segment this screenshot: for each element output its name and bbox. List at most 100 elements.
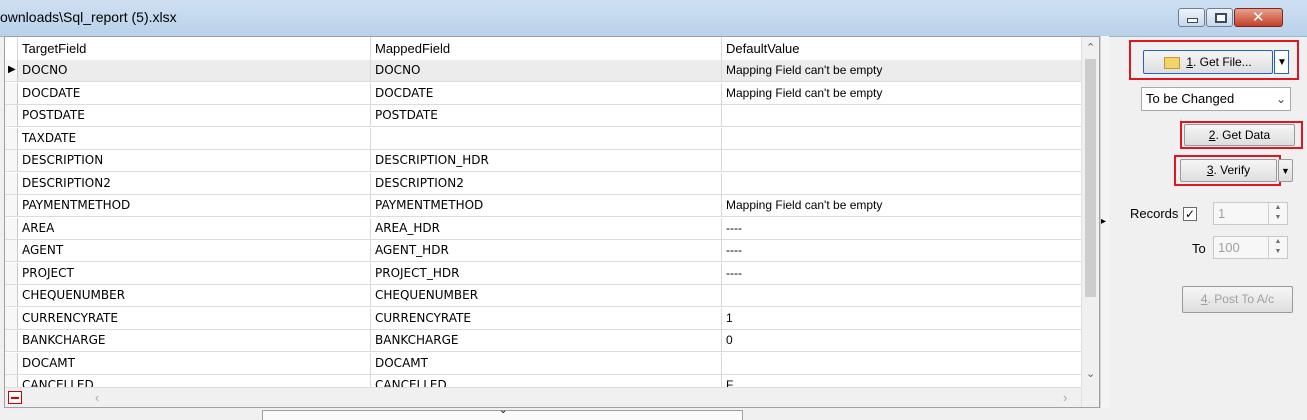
horizontal-scrollbar[interactable]: ‹ › [5,387,1081,407]
mapped-field-cell[interactable]: DESCRIPTION2 [371,172,722,194]
scroll-left-icon[interactable]: ‹ [95,390,99,405]
mapped-field-cell[interactable]: PAYMENTMETHOD [371,195,722,216]
get-file-dropdown[interactable]: ▼ [1274,50,1289,74]
row-header[interactable] [5,82,18,104]
minimize-button[interactable] [1178,8,1205,27]
target-field-cell[interactable]: PAYMENTMETHOD [18,195,371,216]
column-header-mappedfield[interactable]: MappedField [371,37,722,60]
row-header[interactable] [5,172,18,194]
row-header[interactable] [5,195,18,216]
table-row[interactable]: TAXDATE [5,127,1081,150]
target-field-cell[interactable]: AGENT [18,240,371,261]
target-field-cell[interactable]: BANKCHARGE [18,330,371,351]
column-header-targetfield[interactable]: TargetField [18,37,371,60]
records-checkbox[interactable]: ✓ [1183,207,1197,221]
row-header[interactable] [5,217,18,239]
table-row[interactable]: AREA AREA_HDR ---- [5,217,1081,240]
table-row[interactable]: DESCRIPTION DESCRIPTION_HDR [5,150,1081,172]
table-row[interactable]: DOCDATE DOCDATE Mapping Field can't be emp… [5,82,1081,105]
scroll-up-icon[interactable]: ⌃ [1086,41,1095,54]
scroll-right-icon[interactable]: › [1063,390,1067,405]
default-value-cell[interactable] [722,285,1081,306]
row-header[interactable] [5,285,18,306]
target-field-cell[interactable]: PROJECT [18,262,371,284]
verify-dropdown[interactable]: ▼ [1278,159,1293,182]
default-value-cell[interactable]: ---- [722,218,1081,239]
table-row[interactable]: BANKCHARGE BANKCHARGE 0 [5,330,1081,352]
default-value-cell[interactable] [722,150,1081,171]
target-field-cell[interactable]: DOCNO [18,60,371,81]
row-header[interactable] [5,352,18,374]
table-row[interactable]: CURRENCYRATE CURRENCYRATE 1 [5,307,1081,330]
verify-button[interactable]: 3. Verify [1180,159,1277,182]
row-header[interactable] [5,127,18,149]
mapped-field-cell[interactable]: AREA_HDR [371,217,722,239]
default-value-cell[interactable]: 0 [722,330,1081,351]
target-field-cell[interactable]: POSTDATE [18,105,371,126]
row-header[interactable] [5,262,18,284]
target-field-cell[interactable]: DOCAMT [18,352,371,374]
default-value-cell[interactable]: ---- [722,240,1081,261]
default-value-cell[interactable] [722,128,1081,149]
get-file-button[interactable]: 1. Get File... [1143,50,1273,74]
bottom-collapse-handle[interactable]: ⌄ [262,405,743,420]
records-to-spinner[interactable]: 100 ▲ ▼ [1213,236,1288,259]
mapped-field-cell[interactable]: DOCDATE [371,82,722,104]
row-header[interactable] [5,150,18,171]
delete-row-button[interactable] [8,391,22,404]
mapped-field-cell[interactable]: BANKCHARGE [371,330,722,351]
row-header[interactable] [5,105,18,126]
target-field-cell[interactable]: CHEQUENUMBER [18,285,371,306]
target-field-cell[interactable]: DOCDATE [18,82,371,104]
mapping-grid[interactable]: TargetField MappedField DefaultValue ▶ DO… [4,36,1100,408]
default-value-cell[interactable]: ---- [722,263,1081,284]
row-header[interactable] [5,240,18,261]
target-field-cell[interactable]: DESCRIPTION2 [18,172,371,194]
column-header-defaultvalue[interactable]: DefaultValue [722,37,1081,60]
default-value-cell[interactable] [722,173,1081,194]
spin-arrows-icon[interactable]: ▲ ▼ [1268,203,1287,224]
default-value-cell[interactable] [722,353,1081,374]
collapse-arrow-icon[interactable]: ▸ [1101,216,1106,227]
table-row[interactable]: DOCAMT DOCAMT [5,352,1081,375]
mapped-field-cell[interactable]: DESCRIPTION_HDR [371,150,722,171]
row-header[interactable]: ▶ [5,60,18,81]
table-row[interactable]: AGENT AGENT_HDR ---- [5,240,1081,262]
spin-arrows-icon[interactable]: ▲ ▼ [1268,237,1287,258]
row-header[interactable] [5,307,18,329]
vertical-scrollbar[interactable]: ⌃ ⌄ [1081,37,1099,407]
mapped-field-cell[interactable]: AGENT_HDR [371,240,722,261]
default-value-cell[interactable]: 1 [722,308,1081,329]
default-value-cell[interactable]: Mapping Field can't be empty [722,195,1081,216]
table-row[interactable]: ▶ DOCNO DOCNO Mapping Field can't be empty [5,60,1081,82]
mapped-field-cell[interactable] [371,127,722,149]
maximize-button[interactable] [1206,8,1233,27]
mapped-field-cell[interactable]: PROJECT_HDR [371,262,722,284]
records-from-spinner[interactable]: 1 ▲ ▼ [1213,202,1288,225]
target-field-cell[interactable]: TAXDATE [18,127,371,149]
post-to-account-button[interactable]: 4. Post To A/c [1182,286,1293,313]
mapped-field-cell[interactable]: DOCNO [371,60,722,81]
panel-splitter[interactable]: ▸ [1100,36,1109,408]
default-value-cell[interactable] [722,105,1081,126]
target-field-cell[interactable]: DESCRIPTION [18,150,371,171]
chevron-down-icon[interactable]: ⌄ [499,405,507,416]
scroll-down-icon[interactable]: ⌄ [1086,367,1095,380]
row-header[interactable] [5,330,18,351]
mapped-field-cell[interactable]: CURRENCYRATE [371,307,722,329]
mode-select[interactable]: To be Changed ⌄ [1141,87,1291,111]
mapped-field-cell[interactable]: CHEQUENUMBER [371,285,722,306]
default-value-cell[interactable]: Mapping Field can't be empty [722,60,1081,81]
mapped-field-cell[interactable]: DOCAMT [371,352,722,374]
target-field-cell[interactable]: AREA [18,217,371,239]
table-row[interactable]: DESCRIPTION2 DESCRIPTION2 [5,172,1081,195]
table-row[interactable]: PROJECT PROJECT_HDR ---- [5,262,1081,285]
vertical-scroll-thumb[interactable] [1085,59,1096,297]
table-row[interactable]: POSTDATE POSTDATE [5,105,1081,127]
default-value-cell[interactable]: Mapping Field can't be empty [722,83,1081,104]
get-data-button[interactable]: 2. Get Data [1184,124,1295,146]
table-row[interactable]: PAYMENTMETHOD PAYMENTMETHOD Mapping Field … [5,195,1081,217]
close-button[interactable]: ✕ [1234,8,1283,27]
target-field-cell[interactable]: CURRENCYRATE [18,307,371,329]
table-row[interactable]: CHEQUENUMBER CHEQUENUMBER [5,285,1081,307]
